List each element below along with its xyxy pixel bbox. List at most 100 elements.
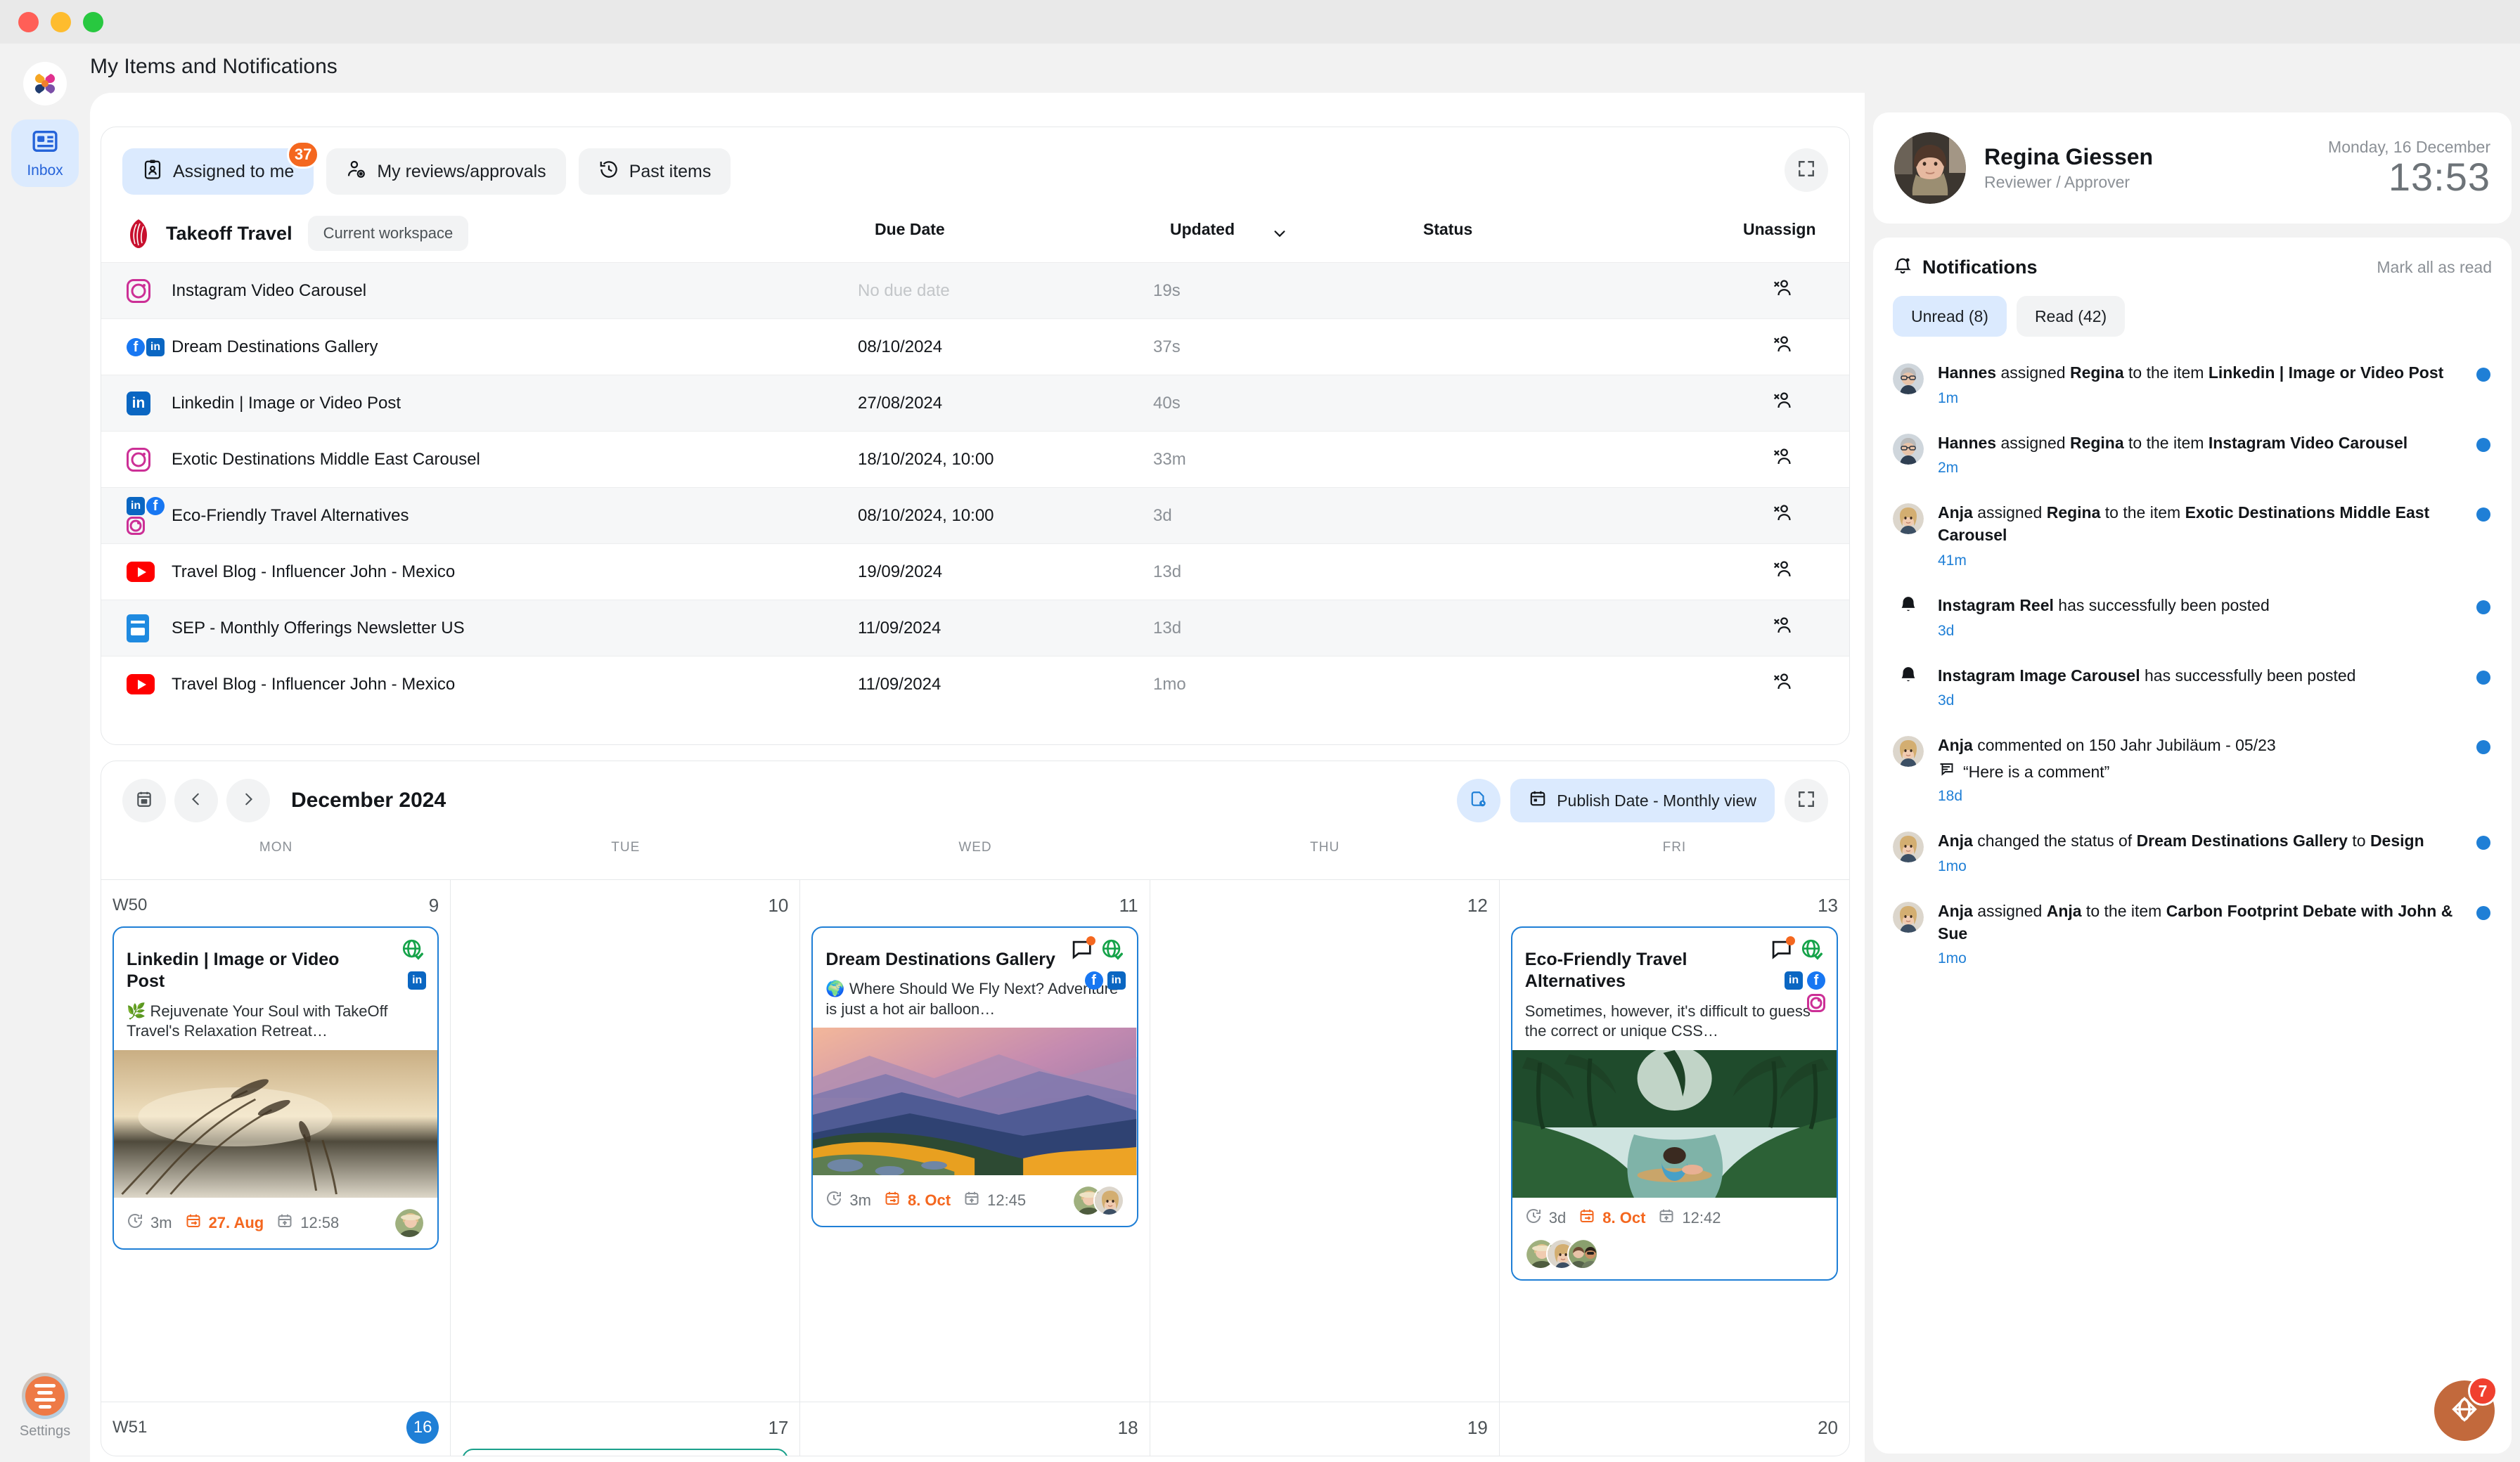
row-status[interactable] <box>1406 375 1716 432</box>
expand-calendar-button[interactable] <box>1785 779 1828 822</box>
row-unassign-button[interactable] <box>1716 487 1849 544</box>
calendar-event-card[interactable]: Eco-Friendly Travel Alternatives Sometim… <box>1510 926 1838 1281</box>
table-row[interactable]: SEP - Monthly Offerings Newsletter US 11/… <box>101 600 1849 656</box>
row-unassign-button[interactable] <box>1716 262 1849 319</box>
window-minimize-button[interactable] <box>51 11 71 32</box>
comment-bubble-icon <box>1938 761 1955 782</box>
calendar-event-card[interactable]: Instagram Video Carousel <box>462 1449 789 1456</box>
tab-read[interactable]: Read (42) <box>2016 296 2126 337</box>
calendar-next-button[interactable] <box>226 779 270 822</box>
calendar-prev-button[interactable] <box>174 779 218 822</box>
column-header-updated[interactable]: Updated <box>1170 220 1235 239</box>
notification-item[interactable]: Anja changed the status of Dream Destina… <box>1893 817 2492 888</box>
tab-past-items[interactable]: Past items <box>578 148 731 195</box>
row-unassign-button[interactable] <box>1716 600 1849 656</box>
tab-unread[interactable]: Unread (8) <box>1893 296 2007 337</box>
notification-item[interactable]: Anja assigned Anja to the item Carbon Fo… <box>1893 888 2492 980</box>
calendar-day-headers: MON TUE WED THU FRI <box>101 840 1849 879</box>
facebook-icon: f <box>1084 971 1103 990</box>
document-clock-icon <box>1470 790 1488 812</box>
assignee-avatars <box>394 1207 425 1238</box>
row-unassign-button[interactable] <box>1716 431 1849 488</box>
row-status[interactable] <box>1406 318 1716 375</box>
chevron-right-icon <box>240 791 256 810</box>
calendar-day-cell[interactable]: 10 <box>451 880 801 1402</box>
comment-icon <box>1769 936 1795 960</box>
publish-doc-button[interactable] <box>1457 779 1501 822</box>
column-header-status[interactable]: Status <box>1423 220 1472 239</box>
tab-my-reviews-approvals[interactable]: My reviews/approvals <box>326 148 566 195</box>
row-title[interactable]: Linkedin | Image or Video Post <box>172 375 858 432</box>
mark-all-as-read-button[interactable]: Mark all as read <box>2377 258 2492 277</box>
table-row[interactable]: Exotic Destinations Middle East Carousel… <box>101 431 1849 488</box>
row-title[interactable]: Travel Blog - Influencer John - Mexico <box>172 543 858 600</box>
column-header-due-date[interactable]: Due Date <box>875 220 945 239</box>
event-publish-time: 12:45 <box>987 1191 1027 1210</box>
table-row[interactable]: in Linkedin | Image or Video Post 27/08/20… <box>101 375 1849 432</box>
day-number: 9 <box>428 894 439 916</box>
calendar-day-cell[interactable]: W51 16 <box>101 1402 451 1456</box>
calendar-day-cell[interactable]: 13 Eco-Friendly Travel Alternatives Some… <box>1500 880 1849 1402</box>
window-maximize-button[interactable] <box>83 11 103 32</box>
calendar-view-selector[interactable]: Publish Date - Monthly view <box>1510 779 1775 822</box>
row-updated: 3d <box>1153 487 1406 544</box>
tab-assigned-to-me[interactable]: Assigned to me 37 <box>122 141 320 195</box>
notification-item[interactable]: Anja assigned Regina to the item Exotic … <box>1893 489 2492 581</box>
calendar-day-cell[interactable]: 12 <box>1150 880 1500 1402</box>
calendar-day-cell[interactable]: 18 <box>800 1402 1150 1456</box>
notification-item[interactable]: Hannes assigned Regina to the item Insta… <box>1893 420 2492 490</box>
row-title[interactable]: Exotic Destinations Middle East Carousel <box>172 431 858 488</box>
row-title[interactable]: SEP - Monthly Offerings Newsletter US <box>172 600 858 656</box>
calendar-picker-button[interactable] <box>122 779 166 822</box>
row-title[interactable]: Instagram Video Carousel <box>172 262 858 319</box>
row-title[interactable]: Travel Blog - Influencer John - Mexico <box>172 656 858 713</box>
row-status[interactable] <box>1406 431 1716 488</box>
row-unassign-button[interactable] <box>1716 656 1849 713</box>
row-status[interactable] <box>1406 656 1716 713</box>
row-updated: 1mo <box>1153 656 1406 713</box>
notification-item[interactable]: Instagram Reel has successfully been pos… <box>1893 582 2492 652</box>
user-remove-icon <box>1773 392 1791 408</box>
notification-item[interactable]: Hannes assigned Regina to the item Linke… <box>1893 349 2492 420</box>
chevron-down-icon[interactable] <box>1272 226 1287 245</box>
column-header-unassign[interactable]: Unassign <box>1743 220 1816 239</box>
table-row[interactable]: Travel Blog - Influencer John - Mexico 19… <box>101 543 1849 600</box>
row-title[interactable]: Dream Destinations Gallery <box>172 318 858 375</box>
calendar-day-cell[interactable]: 20 <box>1500 1402 1849 1456</box>
calendar-day-cell[interactable]: 11 Dream Destinations Gallery 🌍 Where Sh… <box>800 880 1150 1402</box>
calendar-day-cell[interactable]: 17 Instagram Video Carousel <box>451 1402 801 1456</box>
row-status[interactable] <box>1406 600 1716 656</box>
row-status[interactable] <box>1406 543 1716 600</box>
notification-item[interactable]: Instagram Image Carousel has successfull… <box>1893 652 2492 723</box>
event-footer: 3m 27. Aug 12:58 <box>114 1198 437 1248</box>
calendar-day-cell[interactable]: 19 <box>1150 1402 1500 1456</box>
row-status[interactable] <box>1406 262 1716 319</box>
row-unassign-button[interactable] <box>1716 318 1849 375</box>
row-channel-icons <box>101 431 172 488</box>
calendar-day-cell[interactable]: W50 9 Linkedin | Image or Video Post 🌿 Re… <box>101 880 451 1402</box>
avatar <box>1893 363 1924 394</box>
calendar-icon <box>135 790 153 812</box>
fab-badge: 7 <box>2468 1376 2498 1406</box>
notification-item[interactable]: Anja commented on 150 Jahr Jubiläum - 05… <box>1893 722 2492 817</box>
expand-items-button[interactable] <box>1785 148 1828 192</box>
table-row[interactable]: in f Eco-Friendly Travel Alternatives 08/10… <box>101 487 1849 544</box>
row-unassign-button[interactable] <box>1716 543 1849 600</box>
table-row[interactable]: Instagram Video Carousel No due date 19s <box>101 262 1849 319</box>
row-status[interactable] <box>1406 487 1716 544</box>
row-unassign-button[interactable] <box>1716 375 1849 432</box>
row-updated: 13d <box>1153 600 1406 656</box>
table-row[interactable]: f in Dream Destinations Gallery 08/10/2024 3… <box>101 318 1849 375</box>
calendar-event-card[interactable]: Linkedin | Image or Video Post 🌿 Rejuven… <box>112 926 439 1250</box>
settings-button[interactable]: Settings <box>0 1373 90 1440</box>
window-close-button[interactable] <box>18 11 39 32</box>
row-updated: 37s <box>1153 318 1406 375</box>
calendar-event-card[interactable]: Dream Destinations Gallery 🌍 Where Shoul… <box>811 926 1138 1228</box>
table-row[interactable]: Travel Blog - Influencer John - Mexico 11… <box>101 656 1849 713</box>
user-remove-icon <box>1773 561 1791 577</box>
row-title[interactable]: Eco-Friendly Travel Alternatives <box>172 487 858 544</box>
sidebar-item-inbox[interactable]: Inbox <box>11 119 79 187</box>
avatar <box>1893 832 1924 863</box>
help-fab-button[interactable]: 7 <box>2434 1376 2498 1441</box>
avatar <box>1893 901 1924 933</box>
